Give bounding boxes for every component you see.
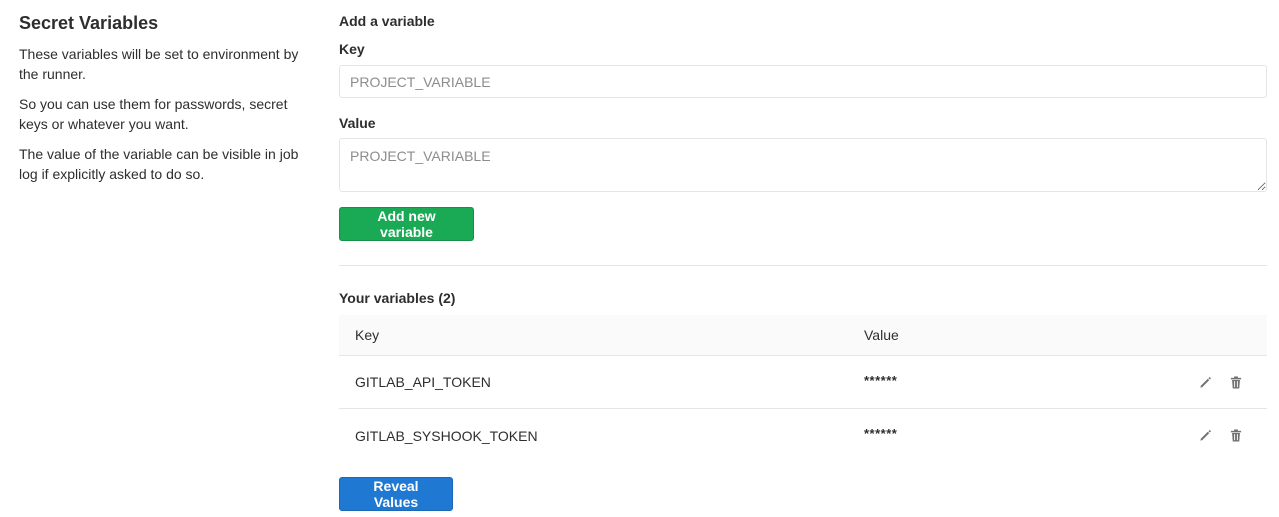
description-paragraph: So you can use them for passwords, secre… bbox=[19, 96, 288, 132]
variable-value: ****** bbox=[864, 372, 898, 388]
pencil-icon[interactable] bbox=[1198, 375, 1212, 389]
column-header-value: Value bbox=[864, 327, 899, 343]
table-header: Key Value bbox=[339, 315, 1267, 356]
reveal-values-button[interactable]: Reveal Values bbox=[339, 477, 453, 511]
row-actions bbox=[1198, 409, 1243, 462]
divider bbox=[339, 265, 1267, 266]
description-panel: Secret Variables These variables will be… bbox=[19, 12, 309, 194]
row-actions bbox=[1198, 356, 1243, 408]
secret-variables-page: Secret Variables These variables will be… bbox=[0, 0, 1279, 517]
add-new-variable-button[interactable]: Add new variable bbox=[339, 207, 474, 241]
value-label: Value bbox=[339, 115, 376, 131]
key-input[interactable] bbox=[339, 65, 1267, 98]
add-variable-title: Add a variable bbox=[339, 13, 435, 29]
column-header-key: Key bbox=[355, 327, 380, 343]
trash-icon[interactable] bbox=[1229, 429, 1243, 443]
variables-table: Key Value GITLAB_API_TOKEN ****** GITLAB… bbox=[339, 315, 1267, 462]
description-paragraph: The value of the variable can be visible… bbox=[19, 146, 299, 182]
value-textarea[interactable] bbox=[339, 138, 1267, 192]
variable-value: ****** bbox=[864, 426, 898, 441]
key-label: Key bbox=[339, 41, 365, 57]
pencil-icon[interactable] bbox=[1198, 429, 1212, 443]
variable-key: GITLAB_API_TOKEN bbox=[355, 374, 491, 390]
trash-icon[interactable] bbox=[1229, 375, 1243, 389]
variable-key: GITLAB_SYSHOOK_TOKEN bbox=[355, 427, 538, 444]
table-row: GITLAB_API_TOKEN ****** bbox=[339, 356, 1267, 409]
your-variables-title: Your variables (2) bbox=[339, 290, 456, 306]
table-row: GITLAB_SYSHOOK_TOKEN ****** bbox=[339, 409, 1267, 462]
description-paragraph: These variables will be set to environme… bbox=[19, 46, 299, 82]
section-heading: Secret Variables bbox=[19, 13, 159, 33]
